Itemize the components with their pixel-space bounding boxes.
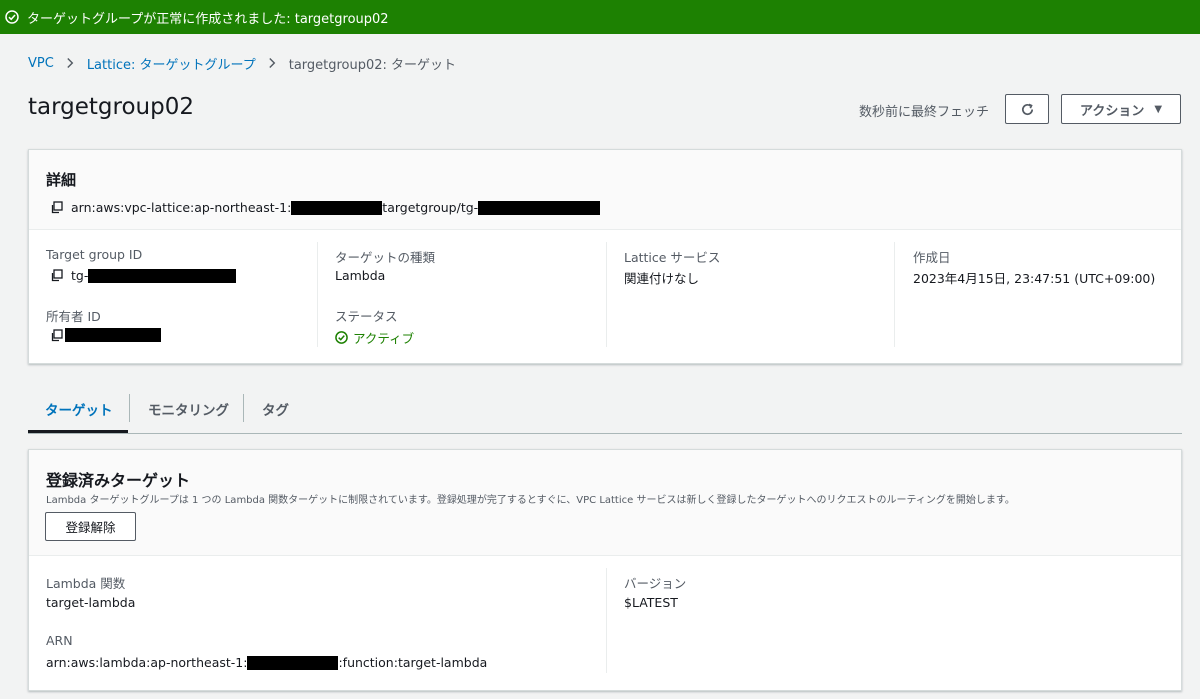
refresh-icon (1020, 102, 1035, 117)
caret-down-icon: ▼ (1154, 103, 1163, 115)
redacted-block (65, 328, 161, 342)
copy-icon[interactable] (50, 201, 63, 214)
targets-heading: 登録済みターゲット (46, 471, 191, 490)
target-group-arn: arn:aws:vpc-lattice:ap-northeast-1: targ… (50, 200, 601, 215)
target-group-id-value: tg- (50, 268, 237, 283)
redacted-block (247, 655, 339, 670)
arn-middle: targetgroup/tg- (382, 200, 479, 215)
redacted-block (478, 200, 601, 215)
owner-id-label: 所有者 ID (46, 309, 101, 324)
details-header: 詳細 arn:aws:vpc-lattice:ap-northeast-1: t… (29, 150, 1181, 230)
targets-description: Lambda ターゲットグループは 1 つの Lambda 関数ターゲットに制限… (46, 495, 1015, 506)
tab-tags[interactable]: タグ (262, 384, 289, 433)
registered-targets-panel: 登録済みターゲット Lambda ターゲットグループは 1 つの Lambda … (28, 449, 1182, 691)
column-divider (606, 242, 607, 347)
version-value: $LATEST (624, 595, 678, 610)
owner-id-value (50, 328, 161, 342)
status-label: ステータス (335, 309, 398, 324)
targets-header: 登録済みターゲット Lambda ターゲットグループは 1 つの Lambda … (29, 450, 1181, 556)
chevron-right-icon (66, 57, 75, 69)
lambda-arn-prefix: arn:aws:lambda:ap-northeast-1: (46, 655, 248, 670)
check-circle-icon (335, 331, 348, 344)
column-divider (894, 242, 895, 347)
success-flash-banner: ターゲットグループが正常に作成されました: targetgroup02 (0, 0, 1200, 34)
redacted-block (291, 200, 383, 215)
refresh-button[interactable] (1005, 94, 1049, 124)
tab-bar: ターゲット モニタリング タグ (28, 384, 1182, 434)
target-group-id-label: Target group ID (46, 247, 143, 262)
details-heading: 詳細 (46, 171, 77, 189)
tab-separator (243, 394, 244, 422)
column-divider (606, 568, 607, 673)
lambda-function-label: Lambda 関数 (46, 576, 126, 591)
page-title: targetgroup02 (28, 94, 194, 120)
target-type-label: ターゲットの種類 (335, 250, 436, 265)
flash-message: ターゲットグループが正常に作成されました: targetgroup02 (27, 11, 389, 27)
details-panel: 詳細 arn:aws:vpc-lattice:ap-northeast-1: t… (28, 149, 1182, 364)
tg-id-prefix: tg- (71, 268, 89, 283)
version-label: バージョン (624, 576, 687, 591)
redacted-block (88, 268, 237, 283)
chevron-right-icon (268, 57, 277, 69)
breadcrumb-current: targetgroup02: ターゲット (288, 57, 457, 73)
last-fetched-text: 数秒前に最終フェッチ (859, 105, 990, 120)
lambda-arn-value: arn:aws:lambda:ap-northeast-1: :function… (46, 655, 487, 670)
status-value: アクティブ (335, 328, 414, 347)
copy-icon[interactable] (50, 269, 63, 282)
lattice-service-value: 関連付けなし (624, 271, 700, 286)
actions-label: アクション (1079, 103, 1145, 119)
lambda-arn-label: ARN (46, 633, 73, 648)
status-text: アクティブ (353, 331, 415, 346)
tab-monitoring[interactable]: モニタリング (148, 384, 229, 433)
arn-prefix: arn:aws:vpc-lattice:ap-northeast-1: (71, 200, 292, 215)
column-divider (317, 242, 318, 347)
check-circle-icon (5, 10, 19, 24)
copy-icon[interactable] (50, 328, 63, 342)
actions-dropdown-button[interactable]: アクション ▼ (1061, 94, 1181, 124)
breadcrumb: VPC Lattice: ターゲットグループ targetgroup02: ター… (28, 53, 456, 73)
created-value: 2023年4月15日, 23:47:51 (UTC+09:00) (913, 271, 1156, 286)
lambda-function-value: target-lambda (46, 595, 136, 610)
target-type-value: Lambda (335, 268, 386, 283)
tab-targets[interactable]: ターゲット (45, 384, 113, 433)
deregister-button[interactable]: 登録解除 (45, 512, 136, 541)
lattice-service-label: Lattice サービス (624, 250, 721, 265)
created-label: 作成日 (913, 250, 951, 265)
breadcrumb-vpc[interactable]: VPC (28, 56, 54, 71)
tab-separator (129, 394, 130, 422)
lambda-arn-suffix: :function:target-lambda (338, 655, 488, 670)
breadcrumb-target-groups[interactable]: Lattice: ターゲットグループ (87, 54, 256, 73)
active-tab-indicator (28, 430, 128, 433)
